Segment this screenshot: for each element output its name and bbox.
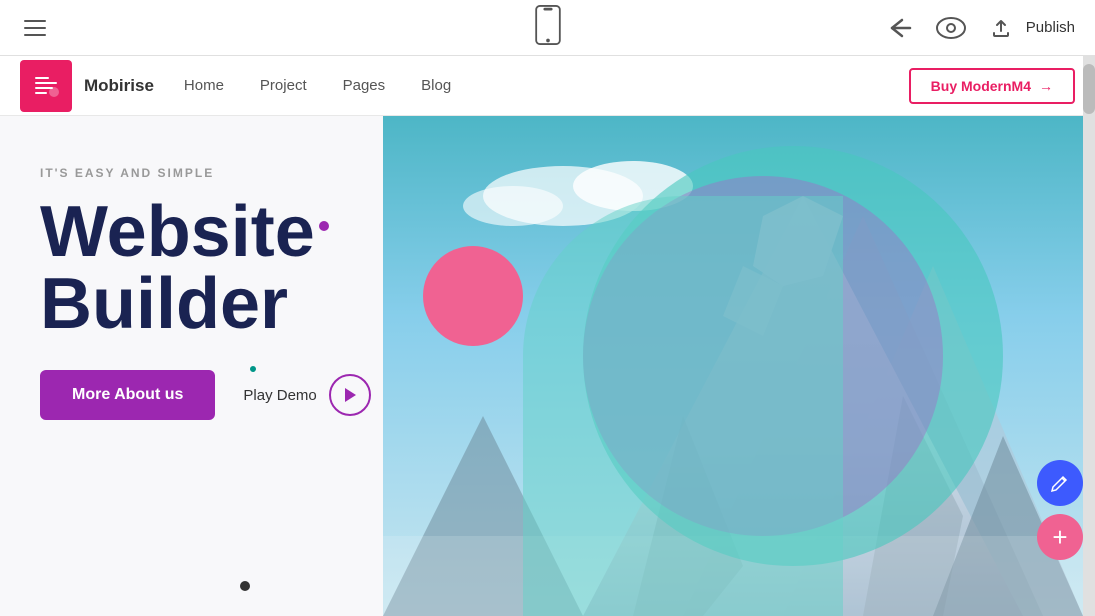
navbar: Mobirise Home Project Pages Blog Buy Mod…: [0, 56, 1095, 116]
play-circle-icon: [329, 374, 371, 416]
pagination: [240, 578, 250, 596]
back-button[interactable]: [884, 16, 912, 40]
preview-button[interactable]: [936, 17, 966, 39]
device-preview-center: [534, 5, 562, 50]
edit-fab-button[interactable]: [1037, 460, 1083, 506]
nav-blog[interactable]: Blog: [421, 77, 451, 94]
hero-title-line2: Builder: [40, 268, 371, 340]
add-fab-button[interactable]: +: [1037, 514, 1083, 560]
more-about-us-button[interactable]: More About us: [40, 370, 215, 420]
circle-pink: [423, 246, 523, 346]
nav-pages[interactable]: Pages: [343, 77, 386, 94]
curve-teal: [523, 196, 843, 616]
pagination-dot-active[interactable]: [240, 581, 250, 591]
brand-name: Mobirise: [84, 76, 154, 96]
nav-home[interactable]: Home: [184, 77, 224, 94]
dot-teal: [250, 366, 256, 372]
menu-button[interactable]: [20, 16, 50, 40]
hero-subtitle: IT'S EASY AND SIMPLE: [40, 166, 371, 180]
hero-actions: More About us Play Demo: [40, 370, 371, 420]
buy-button[interactable]: Buy ModernM4 →: [909, 68, 1075, 104]
scrollbar-thumb[interactable]: [1083, 64, 1095, 114]
hero-title: Website Builder: [40, 196, 371, 340]
toolbar: Publish: [0, 0, 1095, 56]
hero-title-line1: Website: [40, 196, 371, 268]
play-demo-button[interactable]: Play Demo: [243, 374, 370, 416]
phone-icon[interactable]: [534, 5, 562, 45]
brand-logo: [20, 60, 72, 112]
nav-project[interactable]: Project: [260, 77, 307, 94]
hero-content: IT'S EASY AND SIMPLE Website Builder Mor…: [40, 166, 371, 420]
title-dot-purple: [319, 221, 329, 231]
publish-button[interactable]: Publish: [990, 17, 1075, 39]
nav-links: Home Project Pages Blog: [184, 77, 909, 94]
play-demo-label: Play Demo: [243, 387, 316, 404]
scrollbar-track[interactable]: [1083, 56, 1095, 616]
hero-section: IT'S EASY AND SIMPLE Website Builder Mor…: [0, 116, 1083, 616]
